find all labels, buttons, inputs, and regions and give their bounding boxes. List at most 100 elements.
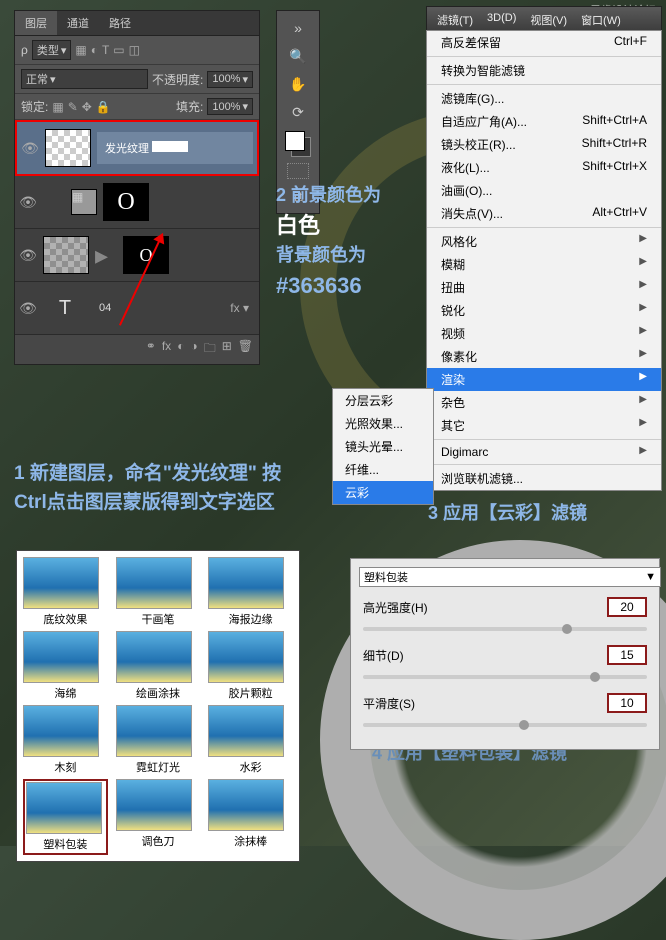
gallery-item[interactable]: 霓虹灯光 (116, 705, 201, 775)
new-layer-button[interactable]: ⊞ (222, 339, 232, 360)
tab-paths[interactable]: 路径 (99, 11, 141, 35)
layer-list: 👁 发光纹理 👁 ▦ O 👁 ▸ O 👁 T 04 fx ▾ (15, 120, 259, 335)
menu-stylize[interactable]: 风格化▶ (427, 230, 661, 253)
menu-window[interactable]: 窗口(W) (575, 10, 627, 30)
menu-filter[interactable]: 滤镜(T) (431, 10, 479, 30)
tab-channels[interactable]: 通道 (57, 11, 99, 35)
link-icon[interactable]: ⚭ (146, 339, 156, 360)
noise-thumb[interactable] (43, 236, 89, 274)
filter-type-icon[interactable]: T (102, 43, 109, 57)
layer-row-glow-texture[interactable]: 👁 发光纹理 (15, 120, 259, 176)
hand-tool[interactable]: ✋ (286, 73, 310, 95)
menu-convert-smart[interactable]: 转换为智能滤镜 (427, 59, 661, 82)
layer-name-label: 发光纹理 (97, 132, 253, 164)
color-swatches[interactable] (285, 131, 311, 157)
detail-label: 细节(D) (363, 647, 404, 664)
menu-adaptive-wide[interactable]: 自适应广角(A)...Shift+Ctrl+A (427, 110, 661, 133)
panel-tabs: 图层 通道 路径 (15, 11, 259, 36)
lock-trans-icon[interactable]: ▦ (52, 100, 63, 114)
fg-color-swatch[interactable] (285, 131, 305, 151)
menu-oilpaint[interactable]: 油画(O)... (427, 179, 661, 202)
gallery-item[interactable]: 干画笔 (116, 557, 201, 627)
filter-pixel-icon[interactable]: ▦ (75, 43, 86, 57)
gallery-item[interactable]: 底纹效果 (23, 557, 108, 627)
layer-row-mask2[interactable]: 👁 ▸ O (15, 229, 259, 282)
menu-view[interactable]: 视图(V) (524, 10, 573, 30)
blend-mode-select[interactable]: 正常 ▾ (21, 69, 148, 89)
menu-digimarc[interactable]: Digimarc▶ (427, 442, 661, 462)
sub-fibers[interactable]: 纤维... (333, 458, 433, 481)
gallery-item[interactable]: 绘画涂抹 (116, 631, 201, 701)
detail-input[interactable] (607, 645, 647, 665)
quickmask-icon[interactable] (287, 163, 309, 179)
layer-row-mask1[interactable]: 👁 ▦ O (15, 176, 259, 229)
sub-lensflare[interactable]: 镜头光晕... (333, 435, 433, 458)
lock-move-icon[interactable]: ✥ (82, 100, 92, 114)
folder-button[interactable]: 🗀 (204, 339, 216, 360)
effect-select[interactable]: 塑料包装▼ (359, 567, 661, 587)
gallery-item[interactable]: 调色刀 (116, 779, 201, 855)
smoothness-label: 平滑度(S) (363, 695, 415, 712)
filter-smart-icon[interactable]: ◫ (129, 43, 140, 57)
menu-lens-correct[interactable]: 镜头校正(R)...Shift+Ctrl+R (427, 133, 661, 156)
sub-clouds[interactable]: 云彩 (333, 481, 433, 504)
visibility-icon[interactable]: 👁 (21, 140, 39, 157)
layer-name-label: 04 (93, 302, 224, 314)
menu-browse-online[interactable]: 浏览联机滤镜... (427, 467, 661, 490)
menu-pixelate[interactable]: 像素化▶ (427, 345, 661, 368)
adjustment-button[interactable]: ◑ (190, 339, 197, 360)
menu-3d[interactable]: 3D(D) (481, 10, 522, 30)
fx-icon[interactable]: fx ▾ (230, 301, 249, 315)
zoom-tool[interactable]: 🔍 (286, 45, 310, 67)
menu-liquify[interactable]: 液化(L)...Shift+Ctrl+X (427, 156, 661, 179)
move-tool[interactable]: » (286, 17, 310, 39)
filter-shape-icon[interactable]: ▭ (113, 43, 124, 57)
lock-all-icon[interactable]: 🔒 (96, 100, 111, 114)
menu-filter-gallery[interactable]: 滤镜库(G)... (427, 87, 661, 110)
layer-thumb[interactable] (45, 129, 91, 167)
mask-button[interactable]: ◐ (177, 339, 184, 360)
tab-layers[interactable]: 图层 (15, 11, 57, 35)
smoothness-slider[interactable] (363, 723, 647, 727)
menu-sharpen[interactable]: 锐化▶ (427, 299, 661, 322)
filter-menu: 高反差保留Ctrl+F 转换为智能滤镜 滤镜库(G)... 自适应广角(A)..… (426, 30, 662, 491)
detail-slider[interactable] (363, 675, 647, 679)
lock-paint-icon[interactable]: ✎ (68, 100, 78, 114)
gallery-item[interactable]: 木刻 (23, 705, 108, 775)
mask-thumb[interactable]: O (103, 183, 149, 221)
sub-diff-clouds[interactable]: 分层云彩 (333, 389, 433, 412)
menu-distort[interactable]: 扭曲▶ (427, 276, 661, 299)
gallery-item[interactable]: 海绵 (23, 631, 108, 701)
render-submenu: 分层云彩 光照效果... 镜头光晕... 纤维... 云彩 (332, 388, 434, 505)
annotation-2: 2 前景颜色为 白色 背景颜色为 #363636 (276, 182, 426, 302)
adj-thumb[interactable]: ▦ (71, 189, 97, 215)
gallery-item[interactable]: 涂抹棒 (208, 779, 293, 855)
visibility-icon[interactable]: 👁 (19, 300, 37, 317)
menu-other[interactable]: 其它▶ (427, 414, 661, 437)
sub-lighting[interactable]: 光照效果... (333, 412, 433, 435)
gallery-item[interactable]: 海报边缘 (208, 557, 293, 627)
fill-value[interactable]: 100% ▾ (207, 98, 253, 115)
menu-blur[interactable]: 模糊▶ (427, 253, 661, 276)
highlight-strength-label: 高光强度(H) (363, 599, 428, 616)
rotate-tool[interactable]: ⟳ (286, 101, 310, 123)
visibility-icon[interactable]: 👁 (19, 194, 37, 211)
fx-button[interactable]: fx (162, 339, 171, 360)
kind-filter[interactable]: 类型 ▾ (32, 40, 72, 60)
menu-last-filter[interactable]: 高反差保留Ctrl+F (427, 31, 661, 54)
gallery-item[interactable]: 水彩 (208, 705, 293, 775)
menu-video[interactable]: 视频▶ (427, 322, 661, 345)
menu-noise[interactable]: 杂色▶ (427, 391, 661, 414)
highlight-slider[interactable]: .slider::after{left:var(--pos,50%)} (363, 627, 647, 631)
menu-vanishing[interactable]: 消失点(V)...Alt+Ctrl+V (427, 202, 661, 225)
filter-adjust-icon[interactable]: ◐ (91, 43, 98, 57)
smoothness-input[interactable] (607, 693, 647, 713)
gallery-item[interactable]: 塑料包装 (23, 779, 108, 855)
visibility-icon[interactable]: 👁 (19, 247, 37, 264)
trash-button[interactable]: 🗑 (238, 339, 253, 360)
menu-render[interactable]: 渲染▶ (427, 368, 661, 391)
highlight-strength-input[interactable] (607, 597, 647, 617)
opacity-value[interactable]: 100% ▾ (207, 71, 253, 88)
filter-gallery: 底纹效果干画笔海报边缘海绵绘画涂抹胶片颗粒木刻霓虹灯光水彩塑料包装调色刀涂抹棒 (16, 550, 300, 862)
gallery-item[interactable]: 胶片颗粒 (208, 631, 293, 701)
